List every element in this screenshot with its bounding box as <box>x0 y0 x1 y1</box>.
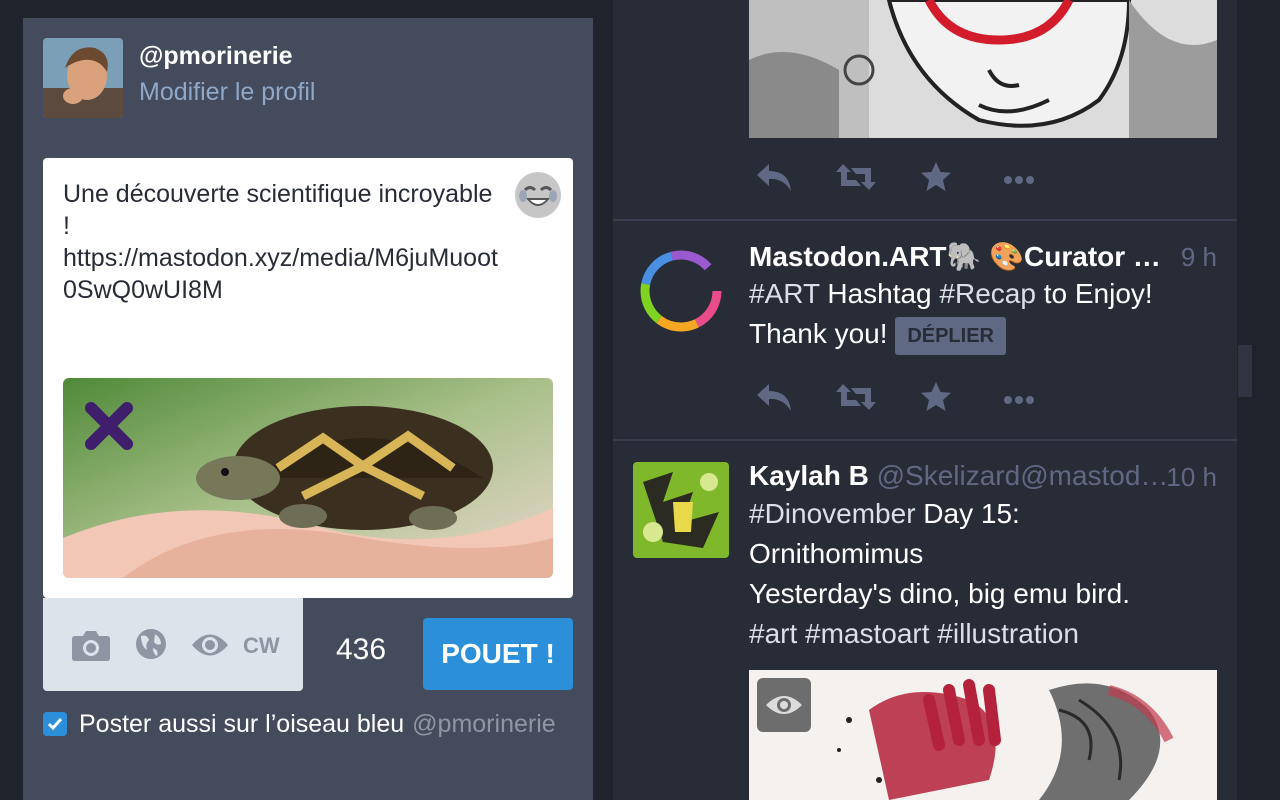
camera-icon <box>72 631 110 661</box>
cross-post-checkbox[interactable] <box>43 712 67 736</box>
status-display-name[interactable]: Mastodon.ART🐘 🎨Curator … <box>749 240 1161 273</box>
status-text-line: Thank you! <box>749 318 888 349</box>
remove-media-button[interactable] <box>83 400 135 452</box>
checkmark-icon <box>47 718 63 731</box>
boost-button[interactable] <box>835 160 877 199</box>
close-icon <box>85 402 133 450</box>
status-content: #Dinovember Day 15: Ornithomimus Yesterd… <box>749 498 1130 649</box>
expand-content-button[interactable]: DÉPLIER <box>895 316 1006 355</box>
status-divider <box>613 439 1237 441</box>
status-media-dino[interactable] <box>749 670 1217 800</box>
compose-toolbar: CW <box>43 598 303 691</box>
toggle-visibility-button[interactable] <box>757 678 811 732</box>
profile-username[interactable]: @pmorinerie <box>139 42 293 71</box>
reply-icon <box>757 164 791 191</box>
avatar[interactable] <box>633 243 729 339</box>
more-button[interactable] <box>1003 172 1035 190</box>
reply-icon <box>757 384 791 411</box>
boost-button[interactable] <box>835 380 877 419</box>
status-media-comic[interactable] <box>749 0 1217 138</box>
cross-post-option: Poster aussi sur l’oiseau bleu @pmoriner… <box>43 708 556 740</box>
compose-form: Une découverte scientifique incroyable !… <box>43 158 573 598</box>
upload-media-button[interactable] <box>71 628 111 667</box>
status-display-name[interactable]: Kaylah B @Skelizard@mastod… <box>749 460 1168 492</box>
scrollbar-thumb[interactable] <box>1238 345 1252 397</box>
status-content: #ART Hashtag #Recap to Enjoy! Thank you!… <box>749 274 1219 355</box>
emoji-picker-button[interactable] <box>515 172 561 218</box>
boost-icon <box>836 164 876 190</box>
edit-profile-link[interactable]: Modifier le profil <box>139 78 315 107</box>
star-icon <box>921 162 951 191</box>
profile-header: @pmorinerie Modifier le profil <box>43 38 563 118</box>
timeline-column: Mastodon.ART🐘 🎨Curator … 9 h #ART Hashta… <box>613 0 1237 800</box>
reply-button[interactable] <box>755 380 793 419</box>
eye-icon <box>192 634 228 656</box>
timeline-scrollbar[interactable] <box>1238 0 1252 800</box>
star-icon <box>921 382 951 411</box>
avatar[interactable] <box>633 462 729 558</box>
attached-media-turtle[interactable] <box>63 378 553 578</box>
privacy-button[interactable] <box>135 628 167 665</box>
status-timestamp[interactable]: 9 h <box>1181 242 1217 273</box>
more-button[interactable] <box>1003 392 1035 410</box>
cross-post-label: Poster aussi sur l’oiseau bleu <box>79 709 405 738</box>
status-timestamp[interactable]: 10 h <box>1166 462 1217 493</box>
hashtag-link[interactable]: #ART <box>749 278 820 309</box>
boost-icon <box>836 384 876 410</box>
eye-icon <box>766 696 802 714</box>
compose-column: @pmorinerie Modifier le profil Une décou… <box>23 18 593 800</box>
globe-icon <box>136 629 166 659</box>
status-actions <box>749 160 1049 200</box>
ellipsis-icon <box>1004 176 1034 184</box>
content-warning-button[interactable]: CW <box>243 633 280 659</box>
publish-button[interactable]: POUET ! <box>423 618 573 690</box>
character-counter: 436 <box>336 633 387 666</box>
hashtag-links[interactable]: #art #mastoart #illustration <box>749 618 1079 649</box>
cross-post-handle: @pmorinerie <box>412 709 556 738</box>
hashtag-link[interactable]: #Dinovember <box>749 498 916 529</box>
status-actions <box>749 380 1049 420</box>
sensitive-media-toggle[interactable] <box>191 632 229 663</box>
status-divider <box>613 219 1237 221</box>
status-handle: @Skelizard@mastod… <box>876 460 1169 491</box>
reply-button[interactable] <box>755 160 793 199</box>
ellipsis-icon <box>1004 396 1034 404</box>
avatar[interactable] <box>43 38 123 118</box>
favourite-button[interactable] <box>919 380 953 419</box>
compose-textarea[interactable]: Une découverte scientifique incroyable !… <box>63 178 503 306</box>
favourite-button[interactable] <box>919 160 953 199</box>
hashtag-link[interactable]: #Recap <box>939 278 1036 309</box>
laughing-emoji-icon <box>516 173 560 217</box>
